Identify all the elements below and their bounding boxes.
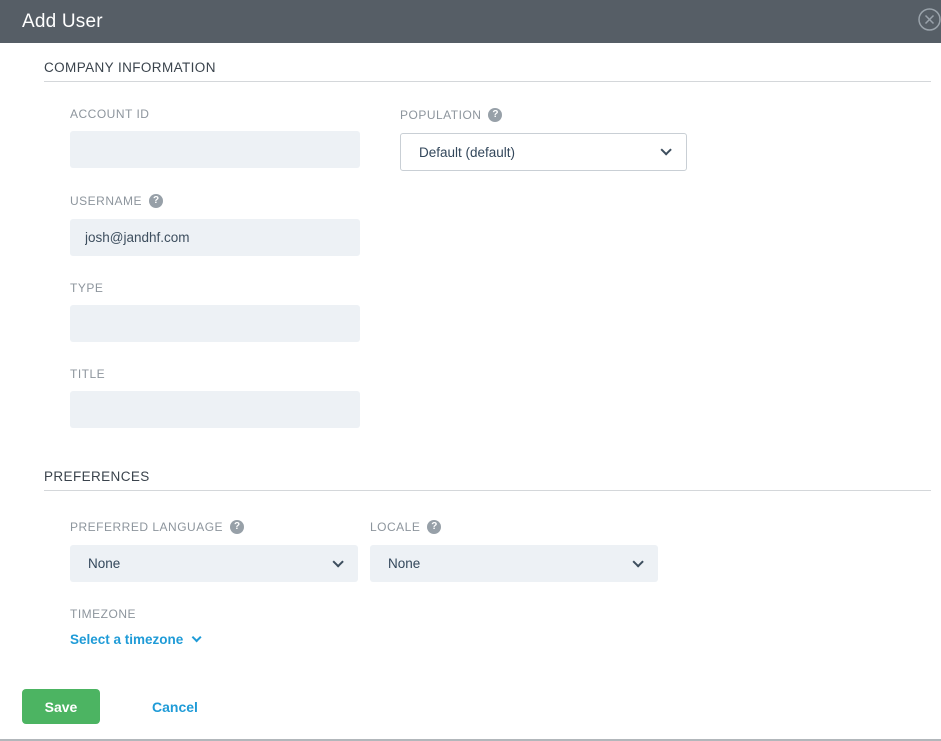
- account-id-field-group: ACCOUNT ID: [70, 108, 360, 168]
- locale-label: LOCALE: [370, 521, 420, 533]
- type-input[interactable]: [70, 305, 360, 342]
- locale-field-group: LOCALE ? None: [370, 520, 658, 582]
- footer-actions: Save Cancel: [22, 689, 941, 724]
- locale-dropdown[interactable]: None: [370, 545, 658, 582]
- locale-help-icon[interactable]: ?: [427, 520, 441, 534]
- type-field-group: TYPE: [70, 282, 360, 342]
- type-label: TYPE: [70, 282, 103, 294]
- chevron-down-icon: [632, 556, 643, 567]
- population-label: POPULATION: [400, 109, 481, 121]
- modal-header: Add User: [0, 0, 941, 43]
- chevron-down-icon: [332, 556, 343, 567]
- preferred-language-help-icon[interactable]: ?: [230, 520, 244, 534]
- preferred-language-label: PREFERRED LANGUAGE: [70, 521, 223, 533]
- save-button[interactable]: Save: [22, 689, 100, 724]
- timezone-label: TIMEZONE: [70, 608, 136, 620]
- population-dropdown[interactable]: Default (default): [400, 133, 687, 171]
- title-input[interactable]: [70, 391, 360, 428]
- locale-selected-value: None: [388, 556, 420, 571]
- population-field-group: POPULATION ? Default (default): [400, 108, 687, 171]
- chevron-down-icon: [192, 632, 202, 642]
- timezone-field-group: TIMEZONE Select a timezone: [70, 608, 941, 649]
- timezone-link-label: Select a timezone: [70, 632, 183, 647]
- population-help-icon[interactable]: ?: [488, 108, 502, 122]
- preferred-language-field-group: PREFERRED LANGUAGE ? None: [70, 520, 358, 582]
- username-label: USERNAME: [70, 195, 142, 207]
- preferred-language-selected-value: None: [88, 556, 120, 571]
- timezone-select-link[interactable]: Select a timezone: [70, 632, 198, 647]
- username-help-icon[interactable]: ?: [149, 194, 163, 208]
- modal-title: Add User: [22, 11, 103, 33]
- account-id-label: ACCOUNT ID: [70, 108, 149, 120]
- title-field-group: TITLE: [70, 368, 360, 428]
- cancel-button[interactable]: Cancel: [152, 699, 198, 715]
- username-field-group: USERNAME ?: [70, 194, 360, 256]
- section-heading-preferences: PREFERENCES: [44, 469, 931, 491]
- close-icon[interactable]: [918, 8, 941, 31]
- username-input[interactable]: [70, 219, 360, 256]
- account-id-input[interactable]: [70, 131, 360, 168]
- preferred-language-dropdown[interactable]: None: [70, 545, 358, 582]
- chevron-down-icon: [660, 144, 671, 155]
- section-heading-company-information: COMPANY INFORMATION: [44, 60, 931, 82]
- population-selected-value: Default (default): [419, 145, 515, 160]
- title-label: TITLE: [70, 368, 105, 380]
